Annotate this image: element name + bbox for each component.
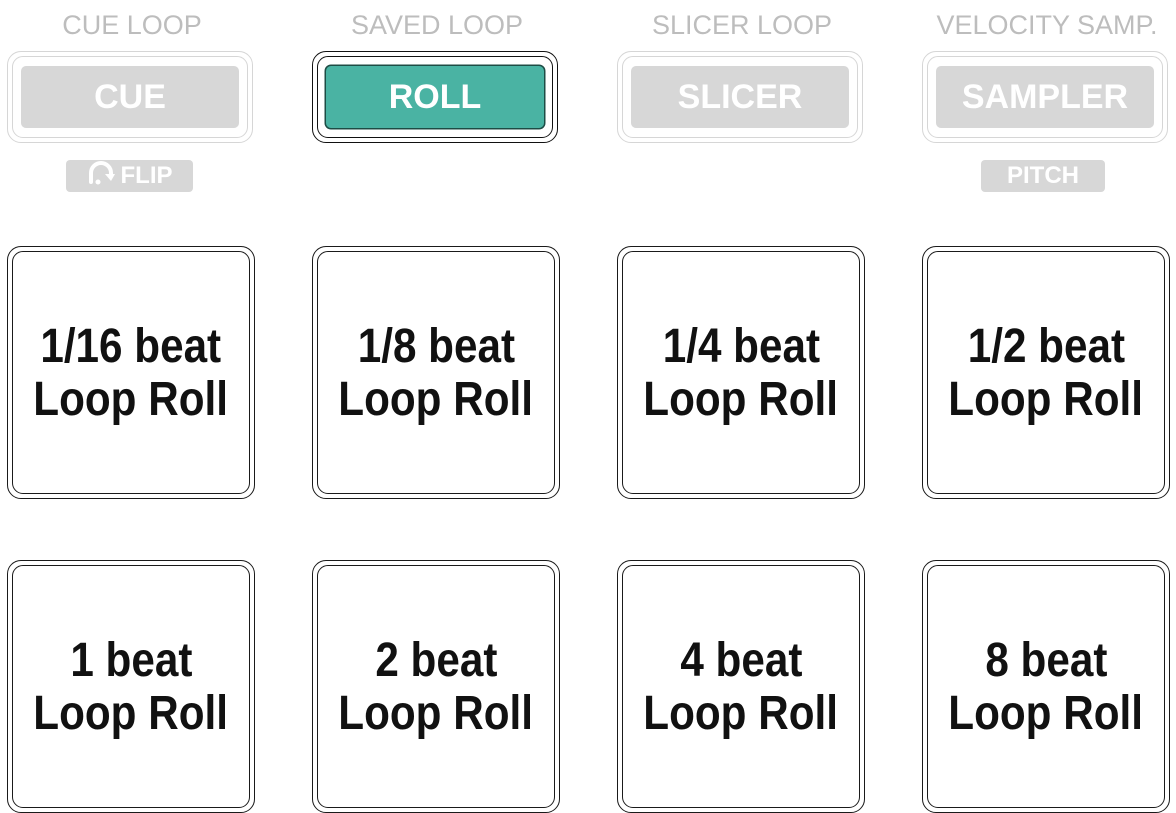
pad-6-line1: 2 beat: [374, 633, 498, 687]
pad-5[interactable]: 1 beat Loop Roll: [7, 560, 255, 813]
pad-6-line2: Loop Roll: [338, 686, 534, 740]
mode-label-velocity-samp: VELOCITY SAMP.: [936, 10, 1158, 40]
pitch-label: PITCH: [981, 160, 1105, 192]
pad-6[interactable]: 2 beat Loop Roll: [312, 560, 560, 813]
pad-5-line2: Loop Roll: [33, 686, 229, 740]
pad-3-line2: Loop Roll: [643, 372, 839, 426]
pad-4-line1: 1/2 beat: [967, 319, 1125, 373]
pad-4-line2: Loop Roll: [948, 372, 1144, 426]
pad-1-line2: Loop Roll: [33, 372, 229, 426]
pad-1[interactable]: 1/16 beat Loop Roll: [7, 246, 255, 499]
pad-2-line1: 1/8 beat: [357, 319, 515, 373]
pad-5-line1: 1 beat: [69, 633, 193, 687]
pad-7-line2: Loop Roll: [643, 686, 839, 740]
pad-2[interactable]: 1/8 beat Loop Roll: [312, 246, 560, 499]
pad-8-line2: Loop Roll: [948, 686, 1144, 740]
mode-label-cue-loop: CUE LOOP: [62, 10, 202, 40]
pad-7-line1: 4 beat: [679, 633, 803, 687]
pad-2-line2: Loop Roll: [338, 372, 534, 426]
pad-8[interactable]: 8 beat Loop Roll: [922, 560, 1170, 813]
mode-button-frame-roll: ROLL: [312, 51, 558, 143]
mode-label-saved-loop: SAVED LOOP: [350, 10, 524, 40]
pad-7[interactable]: 4 beat Loop Roll: [617, 560, 865, 813]
sampler-mode-button[interactable]: SAMPLER: [936, 66, 1154, 128]
flip-label-text: FLIP: [120, 162, 173, 189]
pad-3[interactable]: 1/4 beat Loop Roll: [617, 246, 865, 499]
roll-mode-button[interactable]: ROLL: [326, 66, 544, 128]
mode-label-slicer-loop: SLICER LOOP: [651, 10, 833, 40]
flip-label: FLIP: [66, 160, 193, 192]
mode-button-frame-slicer: SLICER: [617, 51, 863, 143]
pad-4[interactable]: 1/2 beat Loop Roll: [922, 246, 1170, 499]
pad-1-line1: 1/16 beat: [40, 319, 222, 373]
mode-button-frame-cue: CUE: [7, 51, 253, 143]
mode-button-frame-sampler: SAMPLER: [922, 51, 1168, 143]
loop-arrow-icon: [87, 160, 115, 193]
cue-mode-button[interactable]: CUE: [21, 66, 239, 128]
pad-8-line1: 8 beat: [984, 633, 1108, 687]
pad-3-line1: 1/4 beat: [662, 319, 820, 373]
slicer-mode-button[interactable]: SLICER: [631, 66, 849, 128]
